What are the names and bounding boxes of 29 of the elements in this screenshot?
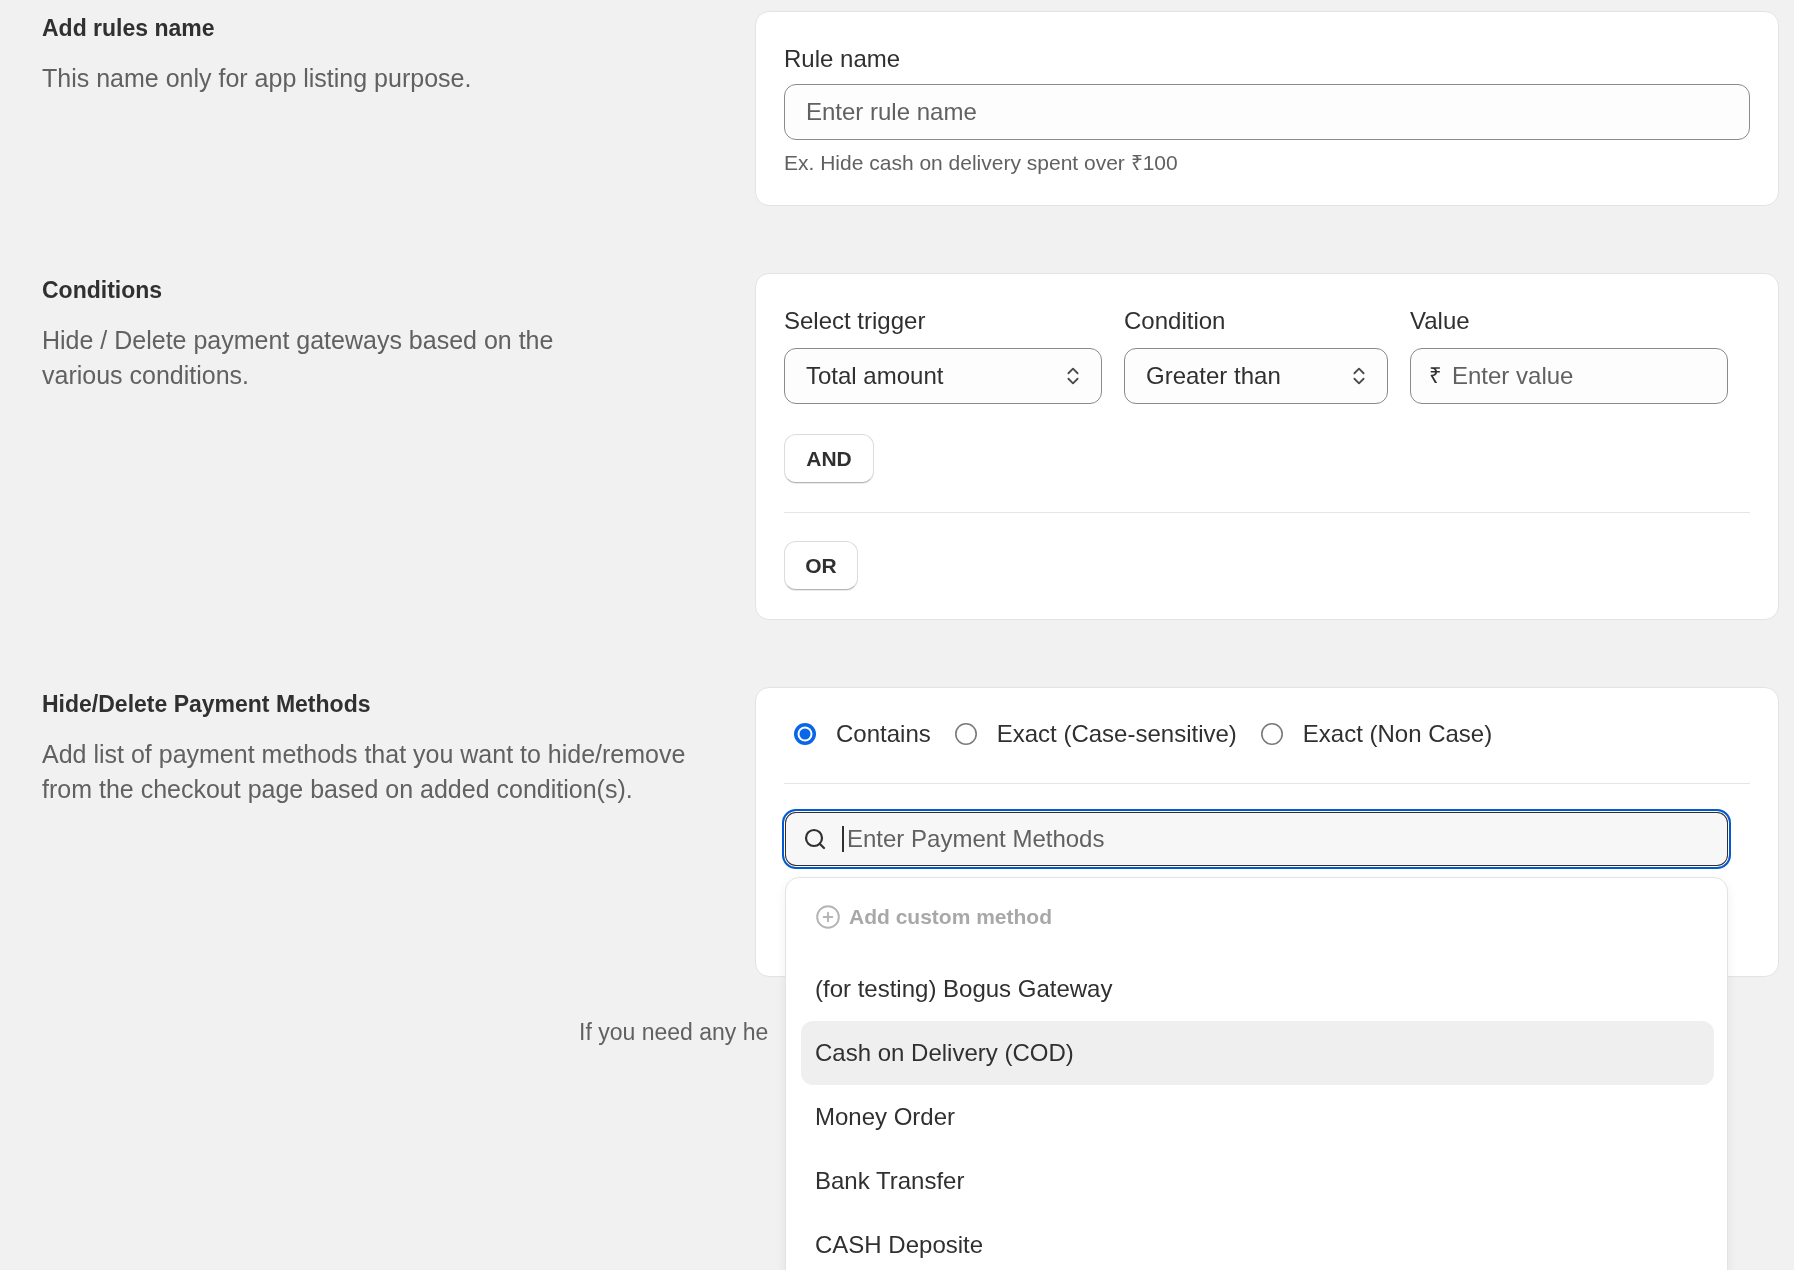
section-title: Hide/Delete Payment Methods [42,690,371,718]
field-label: Rule name [784,44,901,74]
logic-button[interactable]: AND [784,434,874,483]
radio-empty-icon[interactable] [1260,723,1283,745]
logic-button[interactable]: OR [784,541,858,590]
radio-option[interactable]: Exact (Case-sensitive) [954,718,1237,750]
field-label: Value [1410,306,1470,336]
radio-option[interactable]: Exact (Non Case) [1260,718,1493,750]
radio-empty-icon[interactable] [954,723,977,745]
section-description: This name only for app listing purpose. [42,63,472,94]
text-cursor-icon [842,826,844,852]
field-label: Condition [1124,306,1226,336]
section-title: Add rules name [42,14,215,42]
select-field[interactable]: Total amount [784,348,1102,404]
plus-circle-icon [815,904,841,930]
search-field[interactable]: Enter Payment Methods [782,809,1731,869]
radio-selected-icon[interactable] [794,723,816,745]
help-text: Ex. Hide cash on delivery spent over ₹100 [784,150,1178,176]
section-description: Add list of payment methods that you want to hide/remove from the checkout page based on added condition(s). [42,739,687,805]
menu-item[interactable]: Cash on Delivery (COD) [801,1021,1714,1085]
footer-help-text: If you need any he [579,1018,769,1047]
field-label: Select trigger [784,306,926,336]
select-field[interactable]: Greater than [1124,348,1388,404]
text-input[interactable]: Enter rule name [784,84,1750,140]
section-description: Hide / Delete payment gateways based on the various conditions. [42,325,555,391]
search-icon [803,827,827,851]
currency-prefix: ₹ [1429,362,1442,390]
section-title: Conditions [42,276,163,304]
radio-option[interactable]: Contains [794,718,931,750]
